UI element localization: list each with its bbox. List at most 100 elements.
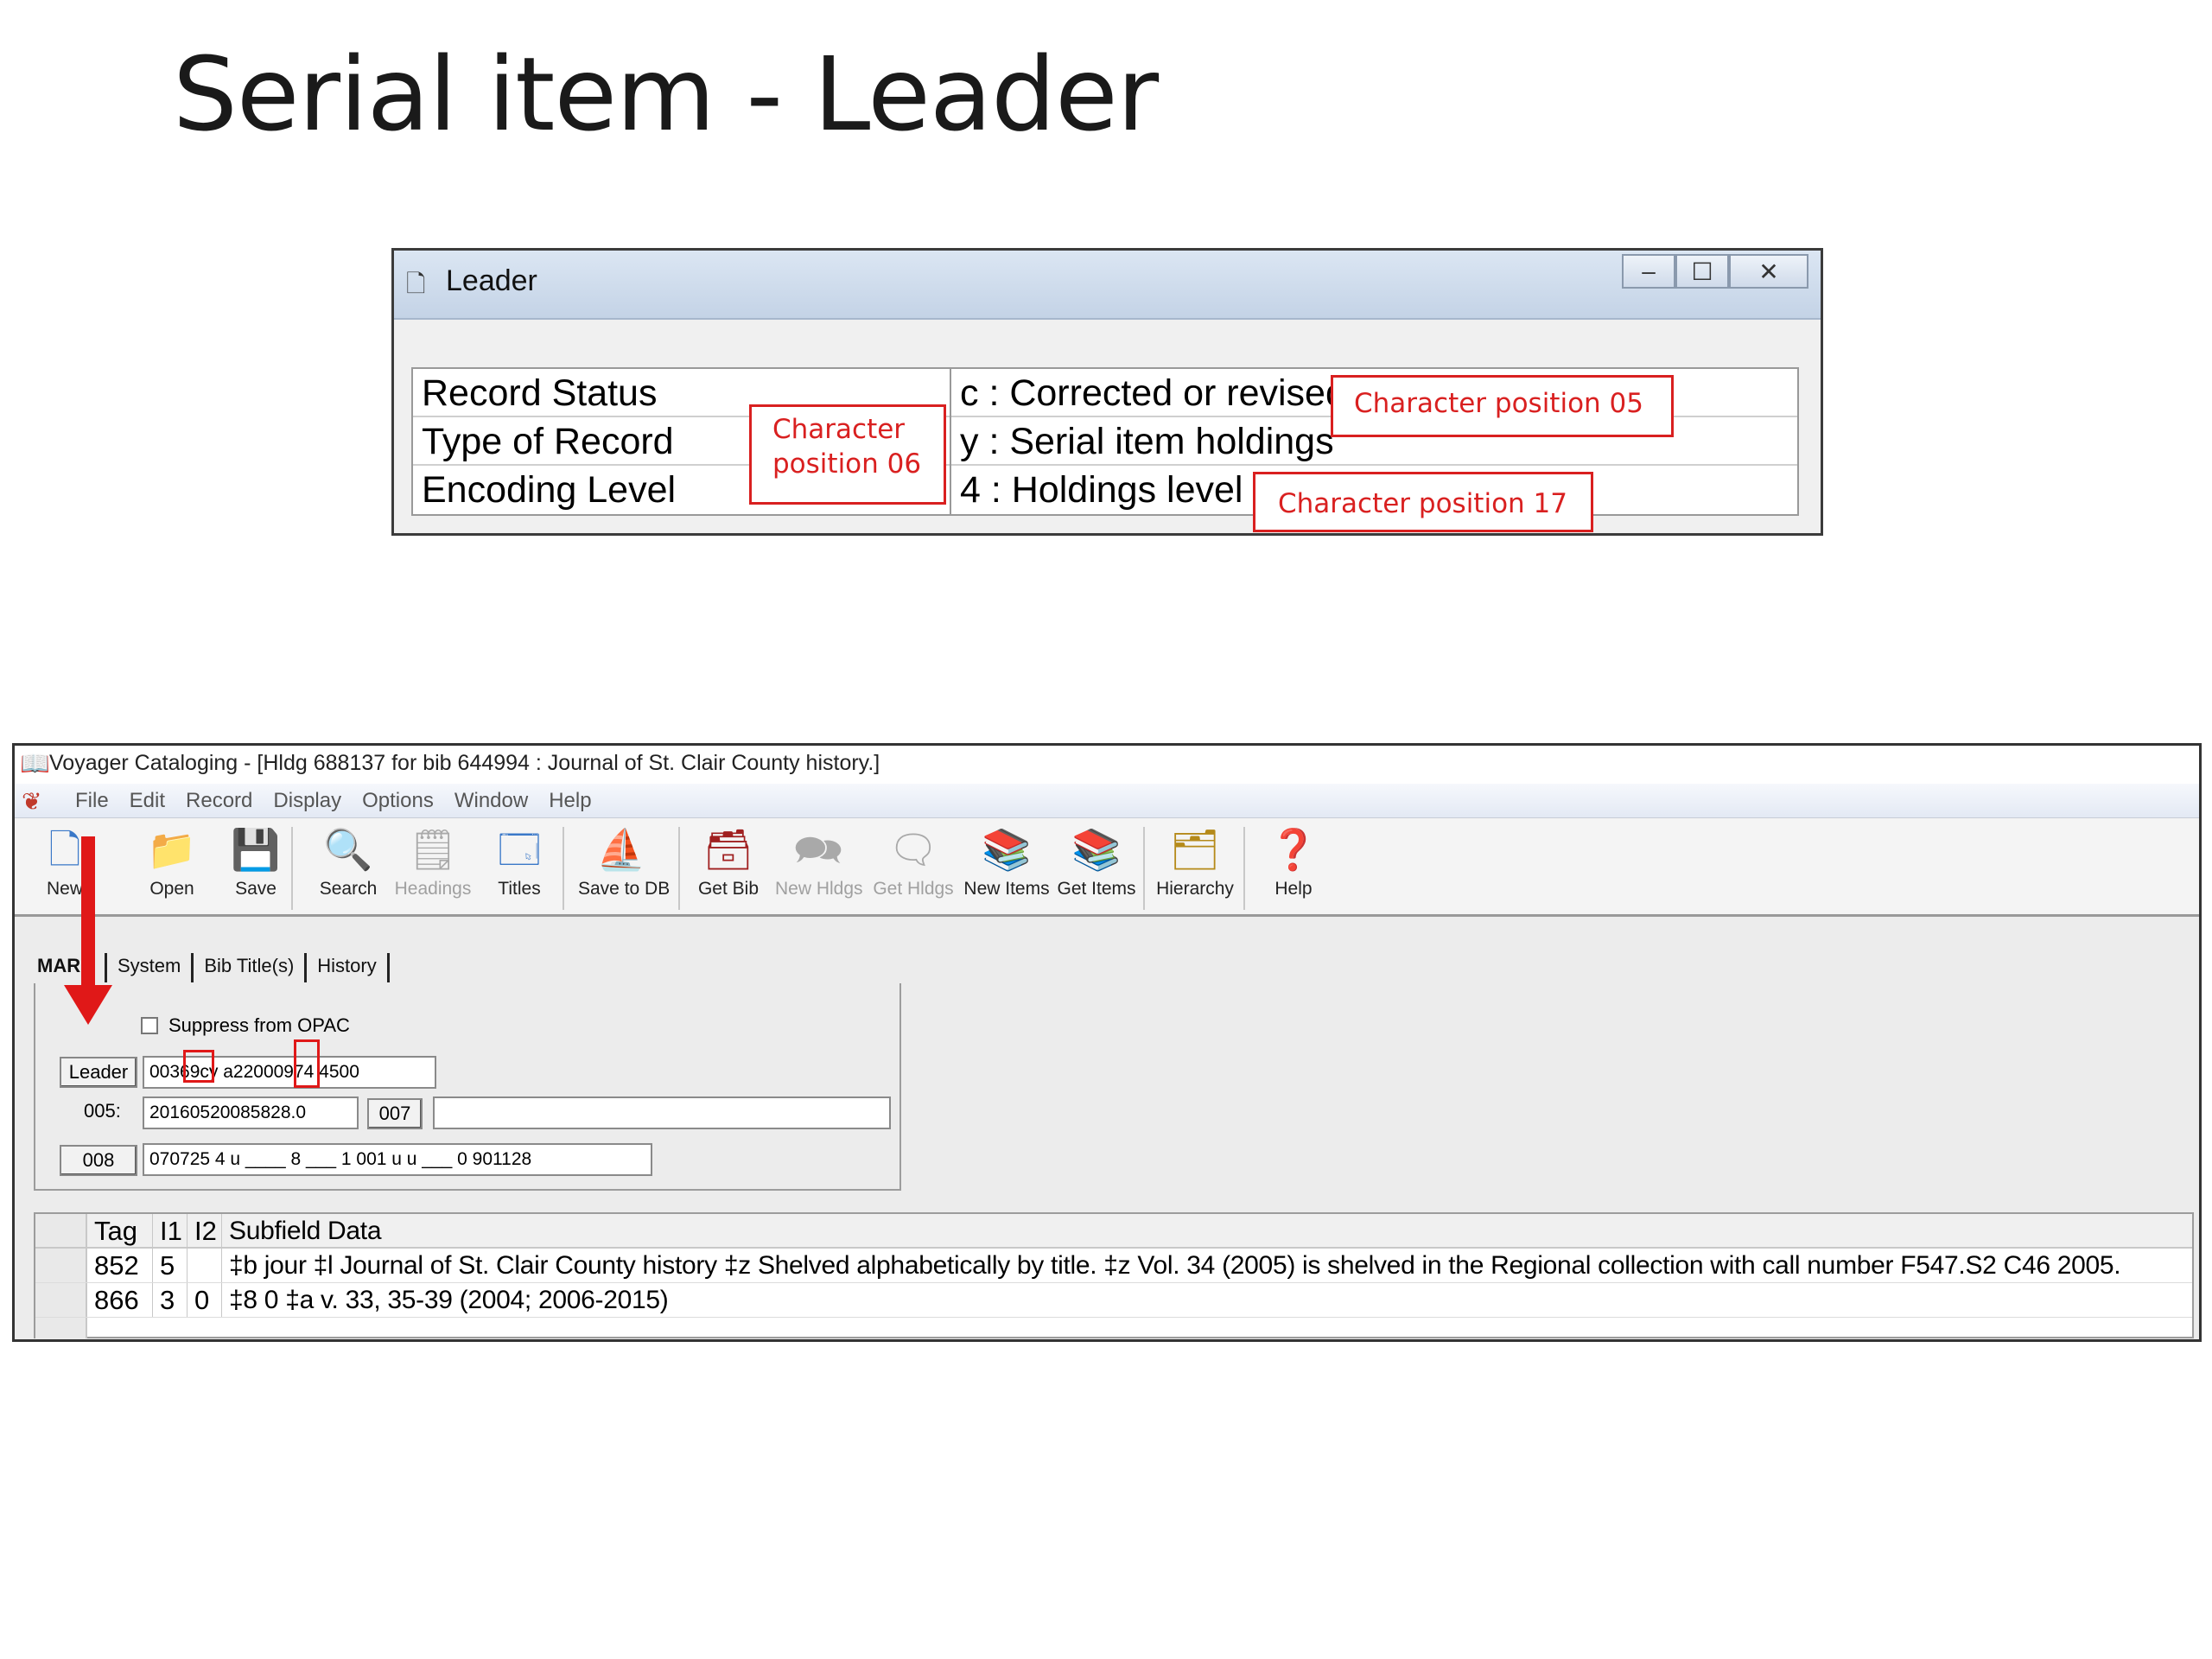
tab-history[interactable]: History (307, 953, 390, 982)
leader-dialog-title: Leader (446, 264, 537, 297)
headings-button-label: Headings (394, 879, 472, 899)
floppy-disk-icon: 💾 (231, 827, 281, 872)
grid-corner (35, 1214, 87, 1247)
menu-options[interactable]: Options (352, 789, 444, 813)
get-bib-button[interactable]: 🗃 Get Bib (685, 825, 772, 912)
leader-highlight-pos-17 (294, 1039, 320, 1088)
table-row-empty (35, 1318, 2192, 1338)
tab-bib-titles[interactable]: Bib Title(s) (194, 953, 308, 982)
field-005-label: 005: (84, 1100, 121, 1122)
get-bib-button-label: Get Bib (697, 879, 760, 899)
magnifier-icon: 🔍 (323, 827, 373, 872)
annotation-character-position-17: Character position 17 (1253, 472, 1593, 532)
cell-i2[interactable]: 0 (188, 1283, 222, 1317)
toolbar-separator (1143, 827, 1145, 910)
slide-title: Serial item - Leader (173, 35, 1159, 154)
get-holdings-icon: 🗨 (887, 827, 939, 872)
leader-highlight-pos-05-06 (183, 1050, 214, 1083)
cell-i2[interactable] (188, 1249, 222, 1282)
save-button[interactable]: 💾 Save (213, 825, 299, 912)
new-holdings-button-label: New Hldgs (775, 879, 863, 899)
table-row[interactable]: 866 3 0 ‡8 0 ‡a v. 33, 35-39 (2004; 2006… (35, 1283, 2192, 1318)
headings-button[interactable]: 🗒 Headings (390, 825, 476, 912)
grid-header-i1: I1 (153, 1214, 188, 1247)
voyager-app-icon: 📖 (20, 750, 50, 777)
cell-tag[interactable]: 866 (87, 1283, 153, 1317)
voyager-menu-icon[interactable]: ❦ (22, 787, 41, 816)
hierarchy-button-label: Hierarchy (1156, 879, 1234, 899)
sailboat-icon: ⛵ (596, 827, 646, 872)
toolbar: 🗋 New 📁 Open 💾 Save 🔍 Search 🗒 Headings … (15, 818, 2199, 917)
document-icon: 🗋 (406, 270, 426, 297)
field-007-input[interactable] (433, 1096, 891, 1129)
help-icon: ❓ (1268, 827, 1319, 872)
row-selector[interactable] (35, 1249, 87, 1282)
cell-tag[interactable]: 852 (87, 1249, 153, 1282)
table-row[interactable]: 852 5 ‡b jour ‡l Journal of St. Clair Co… (35, 1249, 2192, 1283)
open-button[interactable]: 📁 Open (129, 825, 215, 912)
suppress-from-opac-row[interactable]: Suppress from OPAC (141, 1014, 350, 1037)
toolbar-separator (1243, 827, 1245, 910)
menu-edit[interactable]: Edit (119, 789, 175, 813)
menu-file[interactable]: File (65, 789, 119, 813)
open-button-label: Open (149, 879, 194, 899)
titles-icon: 🗔 (498, 827, 541, 872)
cell-i1[interactable]: 3 (153, 1283, 188, 1317)
toolbar-separator (563, 827, 564, 910)
field-005-input[interactable]: 20160520085828.0 (143, 1096, 359, 1129)
toolbar-separator (678, 827, 680, 910)
help-button-label: Help (1274, 879, 1313, 899)
new-holdings-button[interactable]: 🗪 New Hldgs (775, 825, 863, 912)
maximize-icon[interactable]: ☐ (1675, 254, 1729, 289)
get-bib-icon: 🗃 (702, 827, 754, 872)
marc-field-grid: Tag I1 I2 Subfield Data 852 5 ‡b jour ‡l… (34, 1212, 2194, 1338)
leader-titlebar[interactable]: 🗋 Leader – ☐ ✕ (394, 251, 1821, 320)
annotation-pos06-line1: Character (772, 414, 906, 445)
marc-panel: Suppress from OPAC Leader 00369cy a22000… (34, 983, 901, 1191)
menu-record[interactable]: Record (175, 789, 263, 813)
row-selector[interactable] (35, 1283, 87, 1317)
save-button-label: Save (235, 879, 276, 899)
annotation-character-position-05: Character position 05 (1331, 375, 1674, 437)
field-008-button[interactable]: 008 (60, 1145, 137, 1176)
new-items-button[interactable]: 📚 New Items (963, 825, 1050, 912)
menu-display[interactable]: Display (263, 789, 352, 813)
get-items-icon: 📚 (1071, 827, 1122, 872)
close-icon[interactable]: ✕ (1729, 254, 1808, 289)
grid-header-row: Tag I1 I2 Subfield Data (35, 1214, 2192, 1249)
folder-icon: 📁 (147, 827, 197, 872)
search-button-label: Search (319, 879, 378, 899)
titles-button[interactable]: 🗔 Titles (476, 825, 563, 912)
headings-icon: 🗒 (407, 827, 459, 872)
annotation-character-position-06: Character position 06 (749, 404, 946, 505)
hierarchy-button[interactable]: 🗂 Hierarchy (1152, 825, 1238, 912)
help-button[interactable]: ❓ Help (1250, 825, 1337, 912)
save-to-db-button[interactable]: ⛵ Save to DB (578, 825, 670, 912)
new-items-icon: 📚 (982, 827, 1032, 872)
tab-system[interactable]: System (107, 953, 194, 982)
leader-button[interactable]: Leader (60, 1057, 137, 1088)
toolbar-separator (291, 827, 293, 910)
menu-help[interactable]: Help (538, 789, 601, 813)
menu-window[interactable]: Window (444, 789, 538, 813)
get-holdings-button-label: Get Hldgs (873, 879, 954, 899)
new-holdings-icon: 🗪 (793, 827, 843, 872)
menu-bar: ❦ File Edit Record Display Options Windo… (15, 784, 2199, 818)
get-holdings-button[interactable]: 🗨 Get Hldgs (870, 825, 957, 912)
cell-i1[interactable]: 5 (153, 1249, 188, 1282)
grid-header-subfield-data: Subfield Data (229, 1217, 382, 1245)
suppress-from-opac-label: Suppress from OPAC (168, 1014, 350, 1036)
grid-header-i2: I2 (188, 1214, 222, 1247)
voyager-titlebar[interactable]: 📖 Voyager Cataloging - [Hldg 688137 for … (15, 746, 2199, 784)
field-007-button[interactable]: 007 (367, 1098, 423, 1129)
search-button[interactable]: 🔍 Search (305, 825, 391, 912)
minimize-icon[interactable]: – (1622, 254, 1675, 289)
suppress-from-opac-checkbox[interactable] (141, 1017, 158, 1034)
get-items-button[interactable]: 📚 Get Items (1053, 825, 1140, 912)
new-items-button-label: New Items (963, 879, 1050, 899)
cell-subfield-data[interactable]: ‡8 0 ‡a v. 33, 35-39 (2004; 2006-2015) (222, 1283, 2192, 1317)
field-008-input[interactable]: 070725 4 u ____ 8 ___ 1 001 u u ___ 0 90… (143, 1143, 652, 1176)
annotation-pos06-line2: position 06 (772, 448, 922, 480)
cell-subfield-data[interactable]: ‡b jour ‡l Journal of St. Clair County h… (222, 1249, 2192, 1282)
row-selector (35, 1318, 87, 1338)
